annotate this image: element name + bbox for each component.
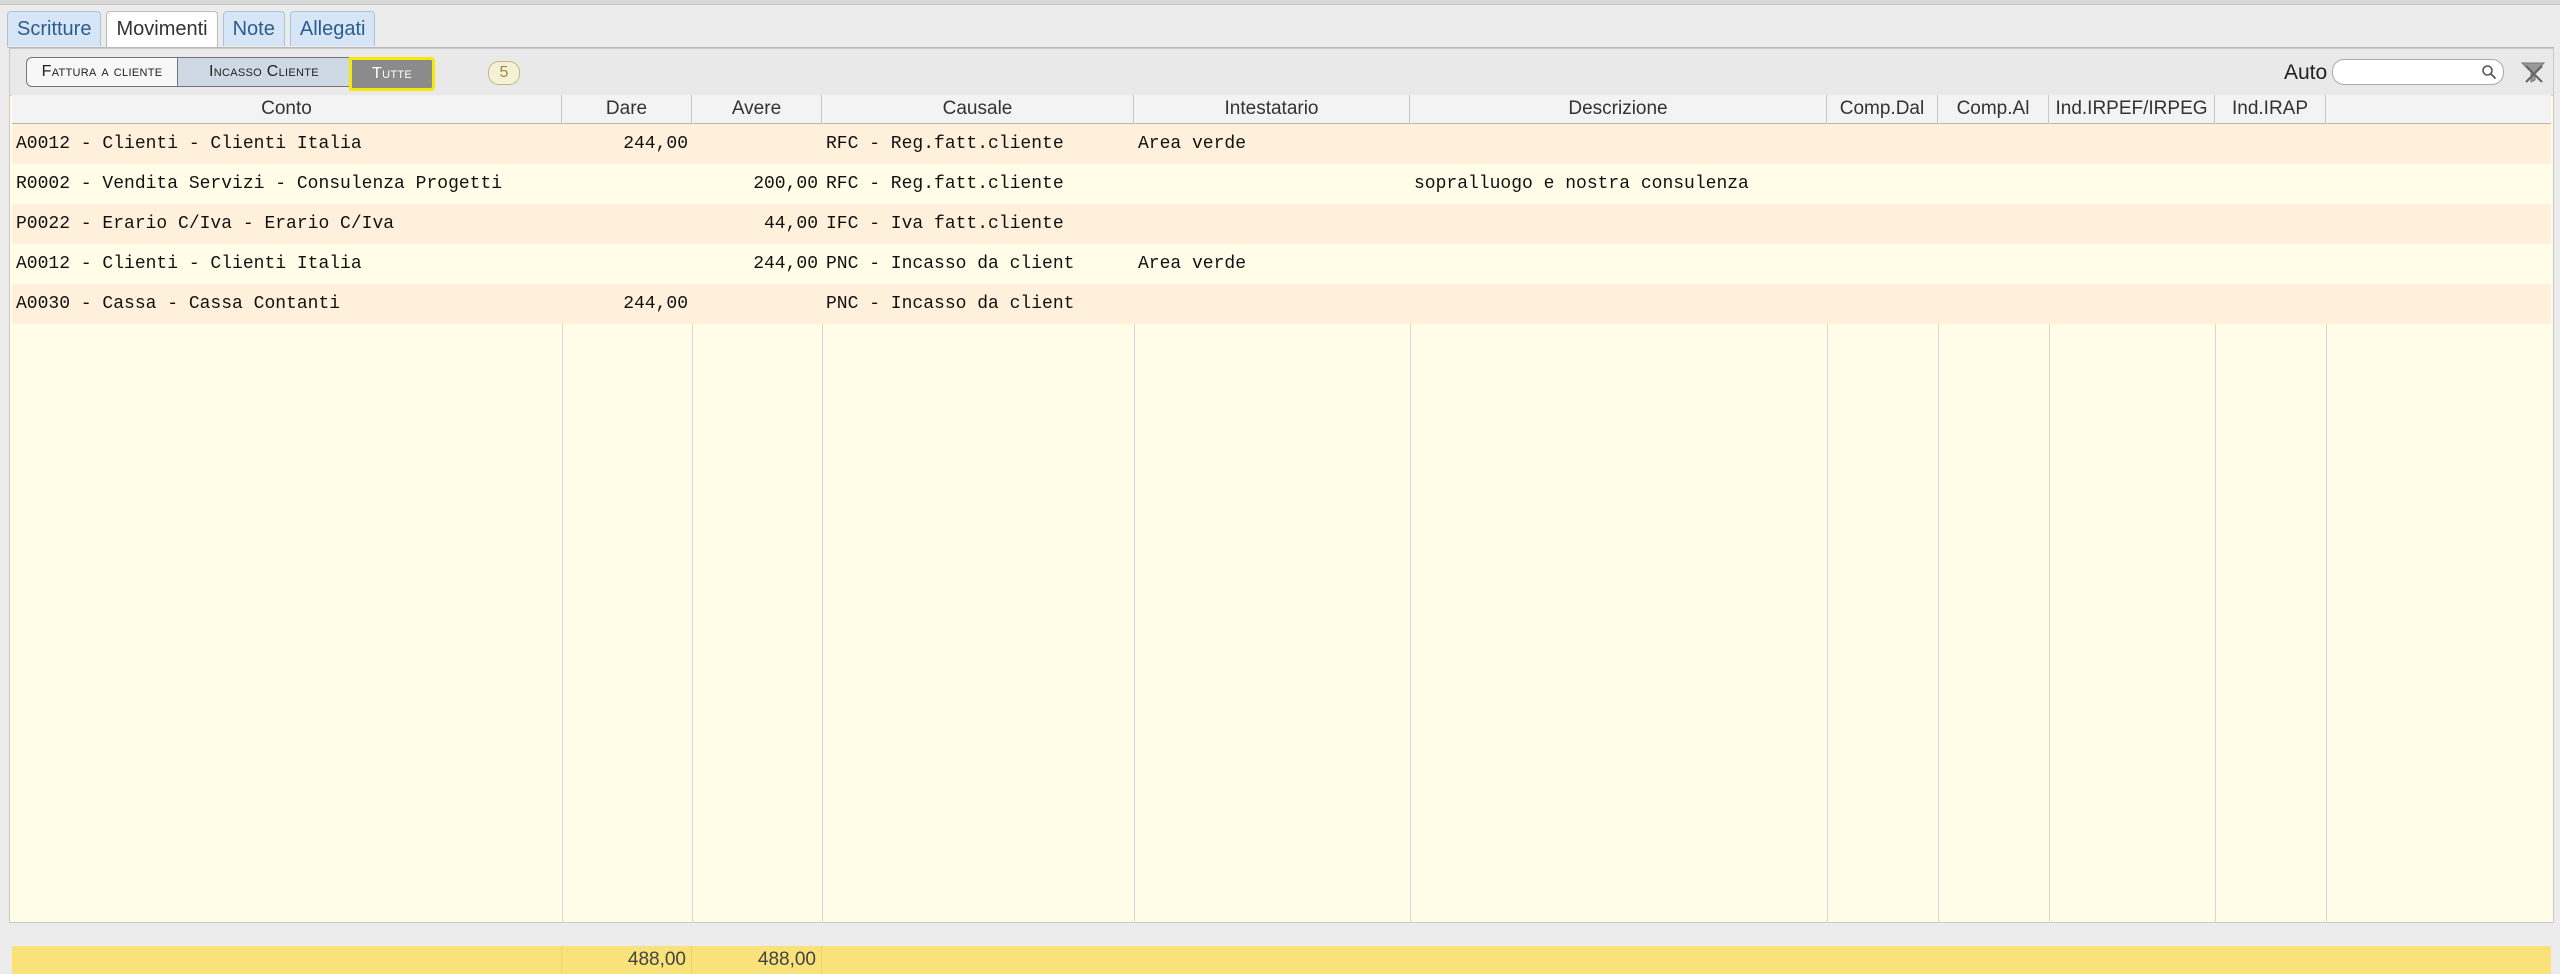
filter-incasso-button[interactable]: Incasso Cliente <box>178 57 351 87</box>
col-header-causale[interactable]: Causale <box>822 95 1134 123</box>
filter-tutte-button[interactable]: Tutte <box>349 57 435 91</box>
table-row[interactable]: A0012 - Clienti - Clienti Italia 244,00 … <box>12 244 2551 284</box>
cell-descrizione <box>1410 204 1827 244</box>
cell-conto: A0030 - Cassa - Cassa Contanti <box>16 294 341 314</box>
cell-causale: IFC - Iva fatt.cliente <box>826 214 1064 234</box>
totals-row: 488,00 488,00 <box>12 946 2551 974</box>
totals-label-cell <box>12 946 562 974</box>
cell-intestatario <box>1134 284 1410 324</box>
row-count-badge: 5 <box>488 61 520 85</box>
col-header-conto[interactable]: Conto <box>12 95 562 123</box>
cell-dare <box>562 204 692 244</box>
auto-label: Auto <box>2284 61 2328 84</box>
cell-dare <box>562 244 692 284</box>
col-header-descrizione[interactable]: Descrizione <box>1410 95 1827 123</box>
cell-descrizione: sopralluogo e nostra consulenza <box>1414 174 1749 194</box>
cell-intestatario: Area verde <box>1138 254 1247 274</box>
cell-conto: P0022 - Erario C/Iva - Erario C/Iva <box>16 214 395 234</box>
col-header-ind-irap[interactable]: Ind.IRAP <box>2215 95 2326 123</box>
search-input[interactable] <box>2332 59 2504 85</box>
filter-fattura-button[interactable]: Fattura a cliente <box>26 57 178 87</box>
col-header-avere[interactable]: Avere <box>692 95 822 123</box>
cell-dare: 244,00 <box>623 294 688 314</box>
cell-avere: 44,00 <box>763 214 818 234</box>
total-dare: 488,00 <box>562 946 692 974</box>
cell-causale: PNC - Incasso da client <box>826 294 1075 314</box>
causale-filter-segmented: Fattura a cliente Incasso Cliente Tutte <box>26 57 435 91</box>
table-row[interactable]: P0022 - Erario C/Iva - Erario C/Iva 44,0… <box>12 204 2551 244</box>
cell-descrizione <box>1410 124 1827 164</box>
tab-note[interactable]: Note <box>222 11 285 46</box>
col-header-comp-al[interactable]: Comp.Al <box>1938 95 2049 123</box>
col-header-comp-dal[interactable]: Comp.Dal <box>1827 95 1938 123</box>
col-header-dare[interactable]: Dare <box>562 95 692 123</box>
search-icon <box>2482 65 2497 80</box>
movimenti-grid: Conto Dare Avere Causale Intestatario De… <box>12 95 2551 974</box>
cell-descrizione <box>1410 284 1827 324</box>
cell-causale: PNC - Incasso da client <box>826 254 1075 274</box>
cell-avere: 200,00 <box>753 174 818 194</box>
cell-conto: R0002 - Vendita Servizi - Consulenza Pro… <box>16 174 503 194</box>
cell-descrizione <box>1410 244 1827 284</box>
cell-intestatario <box>1134 204 1410 244</box>
table-row[interactable]: A0012 - Clienti - Clienti Italia 244,00 … <box>12 124 2551 164</box>
cell-intestatario: Area verde <box>1138 134 1247 154</box>
cell-avere <box>692 124 822 164</box>
grid-header: Conto Dare Avere Causale Intestatario De… <box>12 95 2551 124</box>
window-top-border <box>0 0 2560 5</box>
movimenti-panel: Fattura a cliente Incasso Cliente Tutte … <box>9 48 2554 974</box>
cell-causale: RFC - Reg.fatt.cliente <box>826 134 1064 154</box>
cell-avere: 244,00 <box>753 254 818 274</box>
grid-body: A0012 - Clienti - Clienti Italia 244,00 … <box>12 124 2551 324</box>
cell-avere <box>692 284 822 324</box>
table-row[interactable]: R0002 - Vendita Servizi - Consulenza Pro… <box>12 164 2551 204</box>
cell-conto: A0012 - Clienti - Clienti Italia <box>16 134 362 154</box>
table-row[interactable]: A0030 - Cassa - Cassa Contanti 244,00 PN… <box>12 284 2551 324</box>
cell-dare: 244,00 <box>623 134 688 154</box>
tab-allegati[interactable]: Allegati <box>289 11 376 46</box>
tab-scritture[interactable]: Scritture <box>7 11 102 46</box>
clear-filter-icon[interactable] <box>2520 60 2546 84</box>
cell-intestatario <box>1134 164 1410 204</box>
filter-toolbar: Fattura a cliente Incasso Cliente Tutte … <box>10 49 2553 96</box>
col-header-ind-irpef[interactable]: Ind.IRPEF/IRPEG <box>2049 95 2215 123</box>
tab-bar: Scritture Movimenti Note Allegati <box>7 11 376 48</box>
cell-causale: RFC - Reg.fatt.cliente <box>826 174 1064 194</box>
cell-conto: A0012 - Clienti - Clienti Italia <box>16 254 362 274</box>
tab-movimenti[interactable]: Movimenti <box>106 11 218 48</box>
cell-dare <box>562 164 692 204</box>
col-header-intestatario[interactable]: Intestatario <box>1134 95 1410 123</box>
total-avere: 488,00 <box>692 946 822 974</box>
